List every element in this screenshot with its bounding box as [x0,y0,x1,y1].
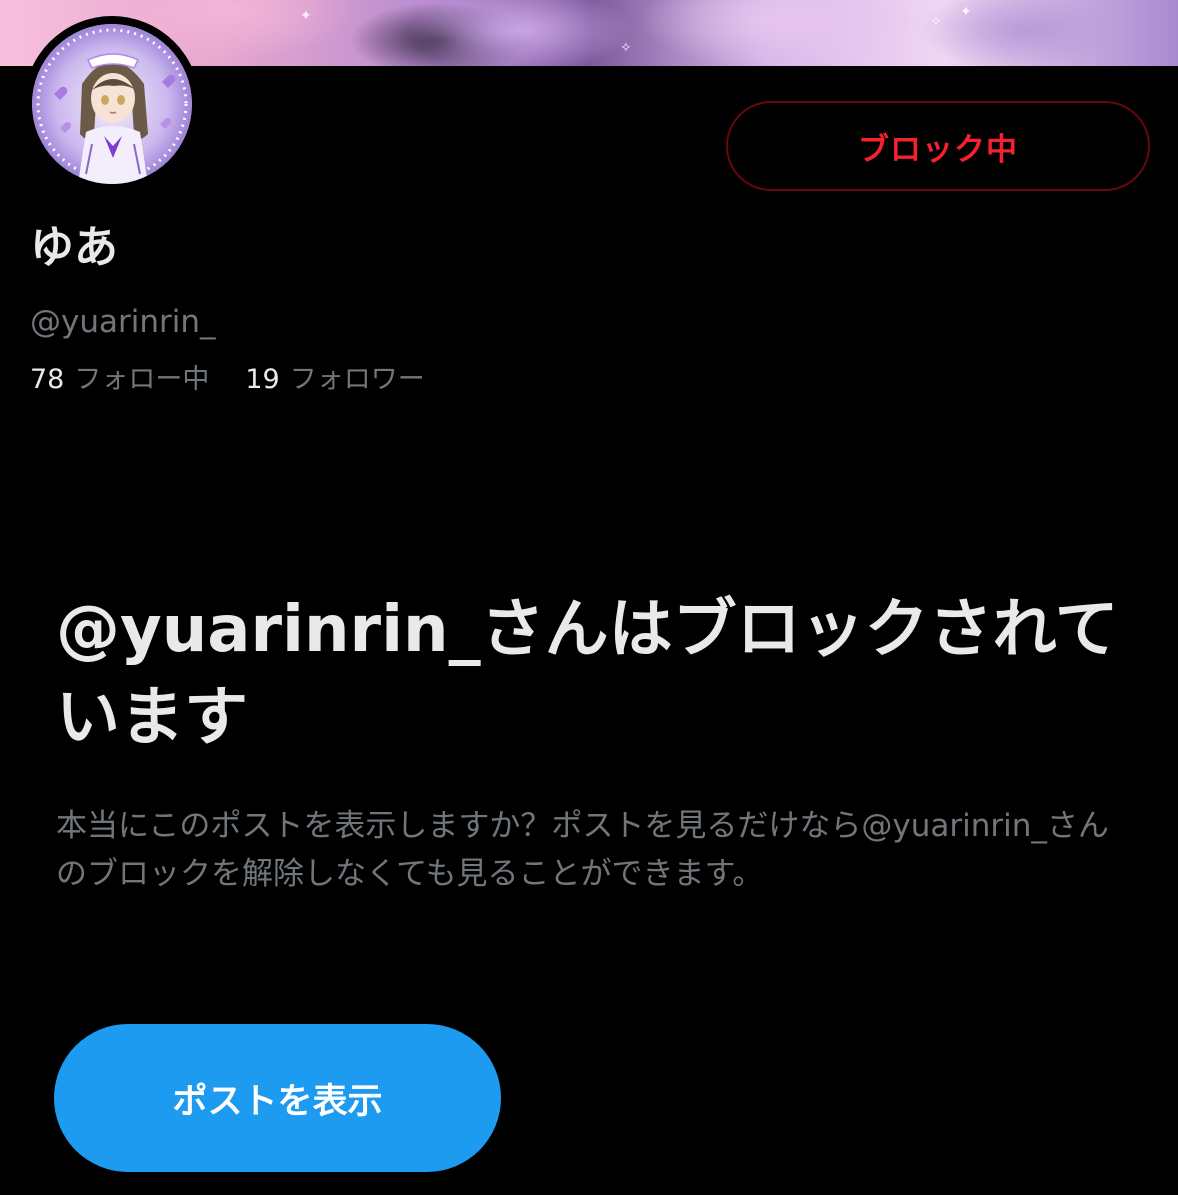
avatar[interactable] [32,24,192,184]
sparkle-icon: ✦ [300,8,312,24]
followers-label: フォロワー [289,364,425,395]
sparkle-icon: ✧ [930,14,942,30]
follow-stats: 78 フォロー中 19 フォロワー [30,360,425,400]
following-count: 78 [30,364,65,395]
profile-handle: @yuarinrin_ [30,304,216,340]
blocked-notice-description: 本当にこのポストを表示しますか？ポストを見るだけなら@yuarinrin_さんの… [56,808,1109,892]
avatar-illustration [32,24,192,184]
view-posts-button[interactable]: ポストを表示 [54,1024,501,1172]
followers-count: 19 [245,364,280,395]
following-label: フォロー中 [74,364,210,395]
followers-link[interactable]: 19 フォロワー [245,360,424,400]
blocking-button[interactable]: ブロック中 [726,101,1150,191]
sparkle-icon: ✧ [620,40,632,56]
sparkle-icon: ✦ [960,4,972,20]
blocked-notice-title: @yuarinrin_さんはブロックされています [56,593,1119,755]
following-link[interactable]: 78 フォロー中 [30,360,209,400]
display-name: ゆあ [30,222,118,273]
